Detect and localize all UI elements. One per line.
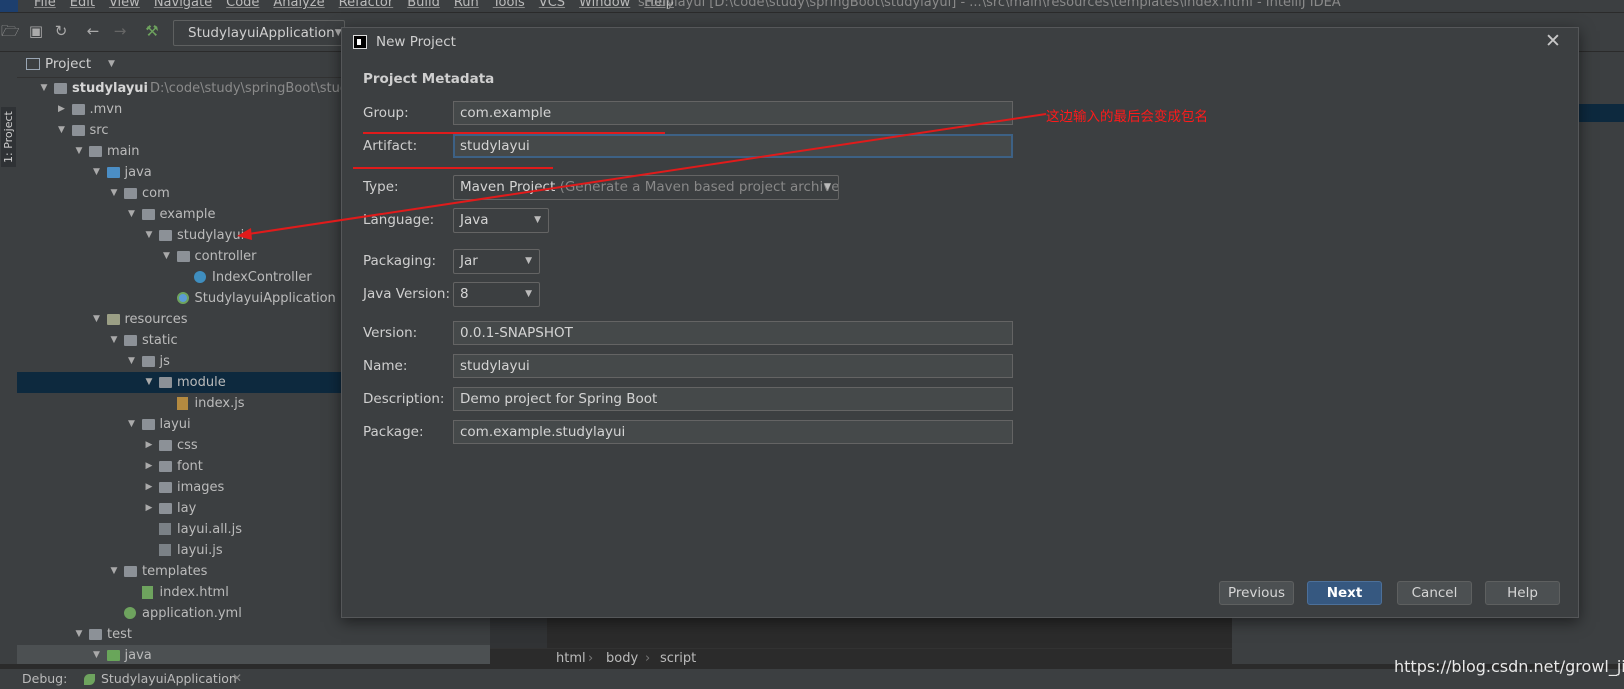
annotation-arrow-head [237, 228, 252, 240]
watermark: https://blog.csdn.net/growl_jie_ [1394, 657, 1624, 676]
annotation-text: 这边输入的最后会变成包名 [1046, 109, 1208, 125]
annotation-overlay [237, 113, 1047, 240]
